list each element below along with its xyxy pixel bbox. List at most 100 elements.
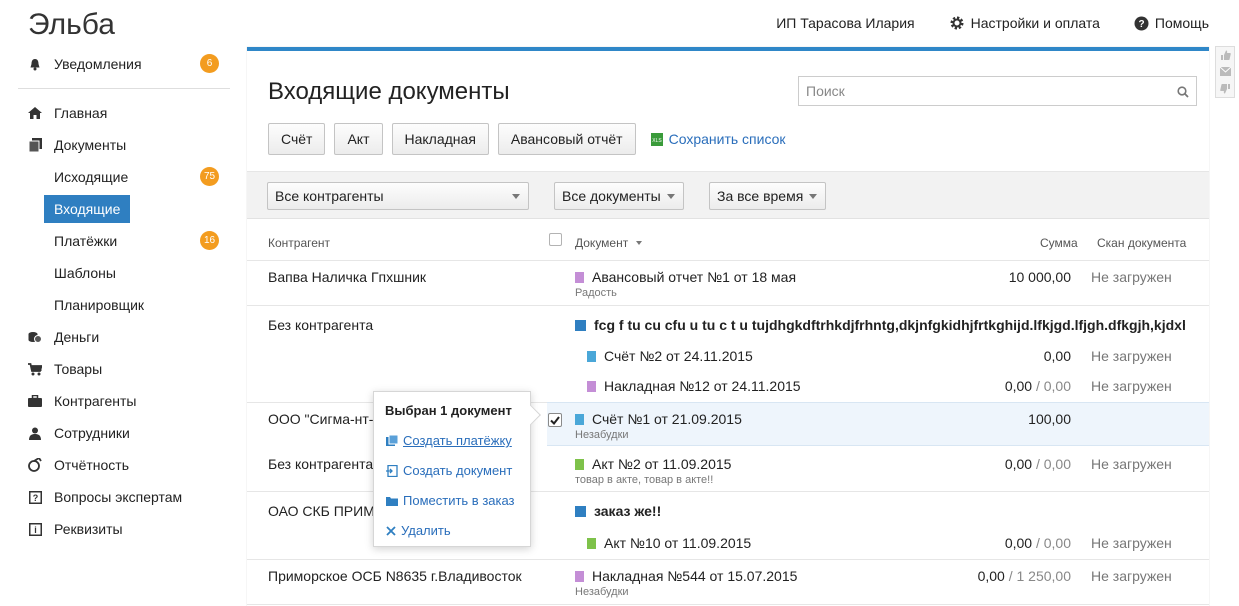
column-counterparty[interactable]: Контрагент — [268, 236, 330, 250]
row-document-link: Накладная №544 от 15.07.2015 — [592, 568, 798, 584]
help-link[interactable]: ? Помощь — [1134, 15, 1209, 31]
move-to-order-action[interactable]: Поместить в заказ — [386, 493, 515, 508]
payments-badge: 16 — [200, 231, 219, 250]
sidebar-item-outgoing[interactable]: Исходящие 75 — [0, 161, 230, 193]
counterparty-filter[interactable]: Все контрагенты — [267, 182, 529, 210]
sidebar-item-home[interactable]: Главная — [0, 97, 230, 129]
report-icon — [28, 458, 42, 472]
sidebar-item-contractors[interactable]: Контрагенты — [0, 385, 230, 417]
settings-label: Настройки и оплата — [970, 15, 1100, 31]
sidebar: Уведомления 6 Главная Документы Исходящи… — [0, 48, 230, 545]
create-invoice-button[interactable]: Счёт — [268, 123, 326, 155]
row-sum-total: 0,00 — [1004, 378, 1033, 394]
row-counterparty: Приморское ОСБ N8635 г.Владивосток — [268, 568, 522, 584]
row-scan-status: Не загружен — [1091, 269, 1172, 285]
delete-label: Удалить — [401, 523, 451, 538]
row-sum: 0,00 / 1 250,00 — [978, 568, 1071, 584]
row-document-link: Акт №10 от 11.09.2015 — [604, 535, 752, 551]
excel-icon: XLS — [650, 132, 663, 146]
create-act-button[interactable]: Акт — [334, 123, 383, 155]
row-sum-total: 0,00 — [1004, 535, 1033, 551]
search-input[interactable] — [799, 77, 1196, 105]
document-type-filter-value: Все документы — [562, 188, 661, 204]
sidebar-item-documents[interactable]: Документы — [0, 129, 230, 161]
row-document[interactable]: Накладная №544 от 15.07.2015 — [575, 568, 797, 584]
app-logo[interactable]: Эльба — [28, 8, 115, 42]
sum-separator: / — [1035, 535, 1040, 551]
row-checkbox-checked[interactable] — [548, 413, 562, 427]
help-icon: ? — [1134, 16, 1149, 31]
settings-link[interactable]: Настройки и оплата — [949, 15, 1100, 31]
sidebar-item-notifications[interactable]: Уведомления 6 — [0, 48, 230, 80]
folder-icon — [386, 496, 398, 506]
row-document-link: Счёт №2 от 24.11.2015 — [604, 348, 753, 364]
row-document[interactable]: Счёт №1 от 21.09.2015 — [575, 411, 742, 427]
sidebar-item-goods[interactable]: Товары — [0, 353, 230, 385]
select-all-checkbox[interactable] — [549, 233, 562, 246]
sidebar-item-employees[interactable]: Сотрудники — [0, 417, 230, 449]
sidebar-item-label: Исходящие — [54, 169, 129, 185]
row-note: Незабудки — [575, 429, 629, 441]
briefcase-icon — [28, 394, 42, 408]
sidebar-item-label: Реквизиты — [54, 521, 123, 537]
document-type-filter[interactable]: Все документы — [554, 182, 684, 210]
thumbs-up-icon[interactable] — [1220, 50, 1231, 61]
period-filter-value: За все время — [717, 188, 804, 204]
row-sum-total: 0,00 — [977, 568, 1005, 584]
sidebar-item-label: Входящие — [44, 195, 131, 223]
row-document[interactable]: Авансовый отчет №1 от 18 мая — [575, 269, 796, 285]
table-header: Контрагент Документ Сумма Скан документа — [247, 219, 1209, 261]
sidebar-item-scheduler[interactable]: Планировщик — [0, 289, 230, 321]
search-icon[interactable] — [1177, 85, 1189, 101]
sidebar-item-experts[interactable]: ? Вопросы экспертам — [0, 481, 230, 513]
row-scan-status: Не загружен — [1091, 348, 1172, 364]
sidebar-item-label: Вопросы экспертам — [54, 489, 183, 505]
invoice-icon — [575, 414, 584, 425]
sidebar-item-payments[interactable]: Платёжки 16 — [0, 225, 230, 257]
sidebar-item-money[interactable]: Деньги — [0, 321, 230, 353]
thumbs-down-icon[interactable] — [1219, 83, 1231, 94]
create-payment-action[interactable]: Создать платёжку — [386, 433, 512, 448]
move-to-order-label: Поместить в заказ — [403, 493, 515, 508]
period-filter[interactable]: За все время — [709, 182, 826, 210]
save-list-link[interactable]: XLS Сохранить список — [650, 131, 786, 147]
create-buttons: Счёт Акт Накладная Авансовый отчёт XLS С… — [268, 123, 786, 155]
column-sum[interactable]: Сумма — [1040, 236, 1078, 250]
row-document[interactable]: Счёт №2 от 24.11.2015 — [587, 348, 753, 364]
row-sum: 0,00 — [1043, 348, 1071, 364]
sidebar-item-label: Сотрудники — [54, 425, 130, 441]
sidebar-item-label: Контрагенты — [54, 393, 137, 409]
row-scan-status: Не загружен — [1091, 456, 1172, 472]
order-group-title: fcg f tu cu cfu u tu c t u tujdhgkdftrhk… — [594, 317, 1185, 333]
row-note: товар в акте, товар в акте!! — [575, 474, 714, 486]
sidebar-item-label: Шаблоны — [54, 265, 116, 281]
row-document[interactable]: Накладная №12 от 24.11.2015 — [587, 378, 801, 394]
create-advance-report-button[interactable]: Авансовый отчёт — [497, 123, 636, 155]
row-document[interactable]: Акт №2 от 11.09.2015 — [575, 456, 731, 472]
svg-text:?: ? — [1138, 19, 1144, 30]
chevron-down-icon — [667, 194, 675, 199]
row-sum: 10 000,00 — [1008, 269, 1071, 285]
sidebar-item-requisites[interactable]: i Реквизиты — [0, 513, 230, 545]
row-document[interactable]: Акт №10 от 11.09.2015 — [587, 535, 751, 551]
column-document[interactable]: Документ — [575, 236, 642, 250]
create-waybill-button[interactable]: Накладная — [391, 123, 489, 155]
delete-action[interactable]: Удалить — [386, 523, 451, 538]
user-menu[interactable]: ИП Тарасова Илария — [776, 15, 914, 31]
row-document-link: Авансовый отчет №1 от 18 мая — [592, 269, 797, 285]
coins-icon — [28, 330, 42, 344]
sidebar-item-templates[interactable]: Шаблоны — [0, 257, 230, 289]
cart-icon — [28, 362, 42, 376]
sidebar-item-reports[interactable]: Отчётность — [0, 449, 230, 481]
row-order-group[interactable]: fcg f tu cu cfu u tu c t u tujdhgkdftrhk… — [575, 317, 1185, 333]
advance-report-icon — [575, 272, 584, 283]
row-order-group[interactable]: заказ же!! — [575, 503, 661, 519]
waybill-icon — [575, 571, 584, 582]
create-document-icon — [386, 464, 398, 477]
sidebar-item-incoming[interactable]: Входящие — [0, 193, 230, 225]
column-document-label: Документ — [575, 236, 629, 250]
create-document-action[interactable]: Создать документ — [386, 463, 512, 478]
sidebar-item-label: Платёжки — [54, 233, 118, 249]
mail-icon[interactable] — [1219, 67, 1231, 77]
folder-icon — [575, 320, 586, 331]
